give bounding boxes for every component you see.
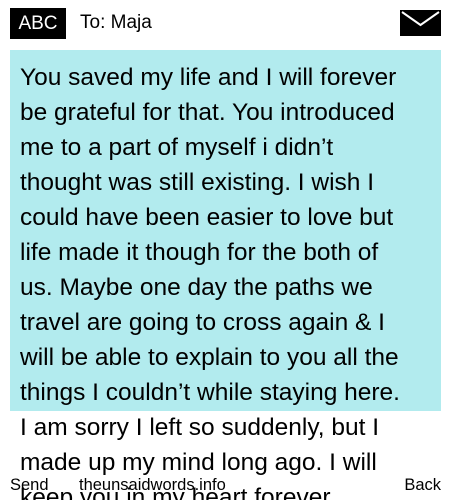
message-line: could have been easier to love but <box>20 204 394 231</box>
message-body[interactable]: You saved my life and I will forever be … <box>10 50 441 500</box>
message-line: be grateful for that. You introduced <box>20 99 395 126</box>
recipient-field[interactable]: To: Maja <box>80 10 152 36</box>
input-mode-indicator: ABC <box>10 8 66 39</box>
message-line: I am sorry I left so suddenly, but I <box>20 414 380 441</box>
compose-header: ABC To: Maja <box>0 0 450 46</box>
message-line: You saved my life and I will forever <box>20 64 397 91</box>
message-line: travel are going to cross again & I <box>20 309 385 336</box>
message-line: us. Maybe one day the paths we <box>20 274 373 301</box>
message-line: things I couldn’t while staying here. <box>20 379 400 406</box>
message-line: will be able to explain to you all the <box>20 344 399 371</box>
softkey-bar: Send theunsaidwords.info Back <box>0 474 450 496</box>
message-text[interactable]: You saved my life and I will forever be … <box>20 60 438 500</box>
message-line: life made it though for the both of <box>20 239 379 266</box>
back-softkey[interactable]: Back <box>404 474 441 496</box>
envelope-icon <box>400 10 441 36</box>
message-line: me to a part of myself i didn’t <box>20 134 334 161</box>
message-line: thought was still existing. I wish I <box>20 169 375 196</box>
send-softkey[interactable]: Send <box>10 474 49 496</box>
middle-softkey[interactable]: theunsaidwords.info <box>79 474 226 496</box>
